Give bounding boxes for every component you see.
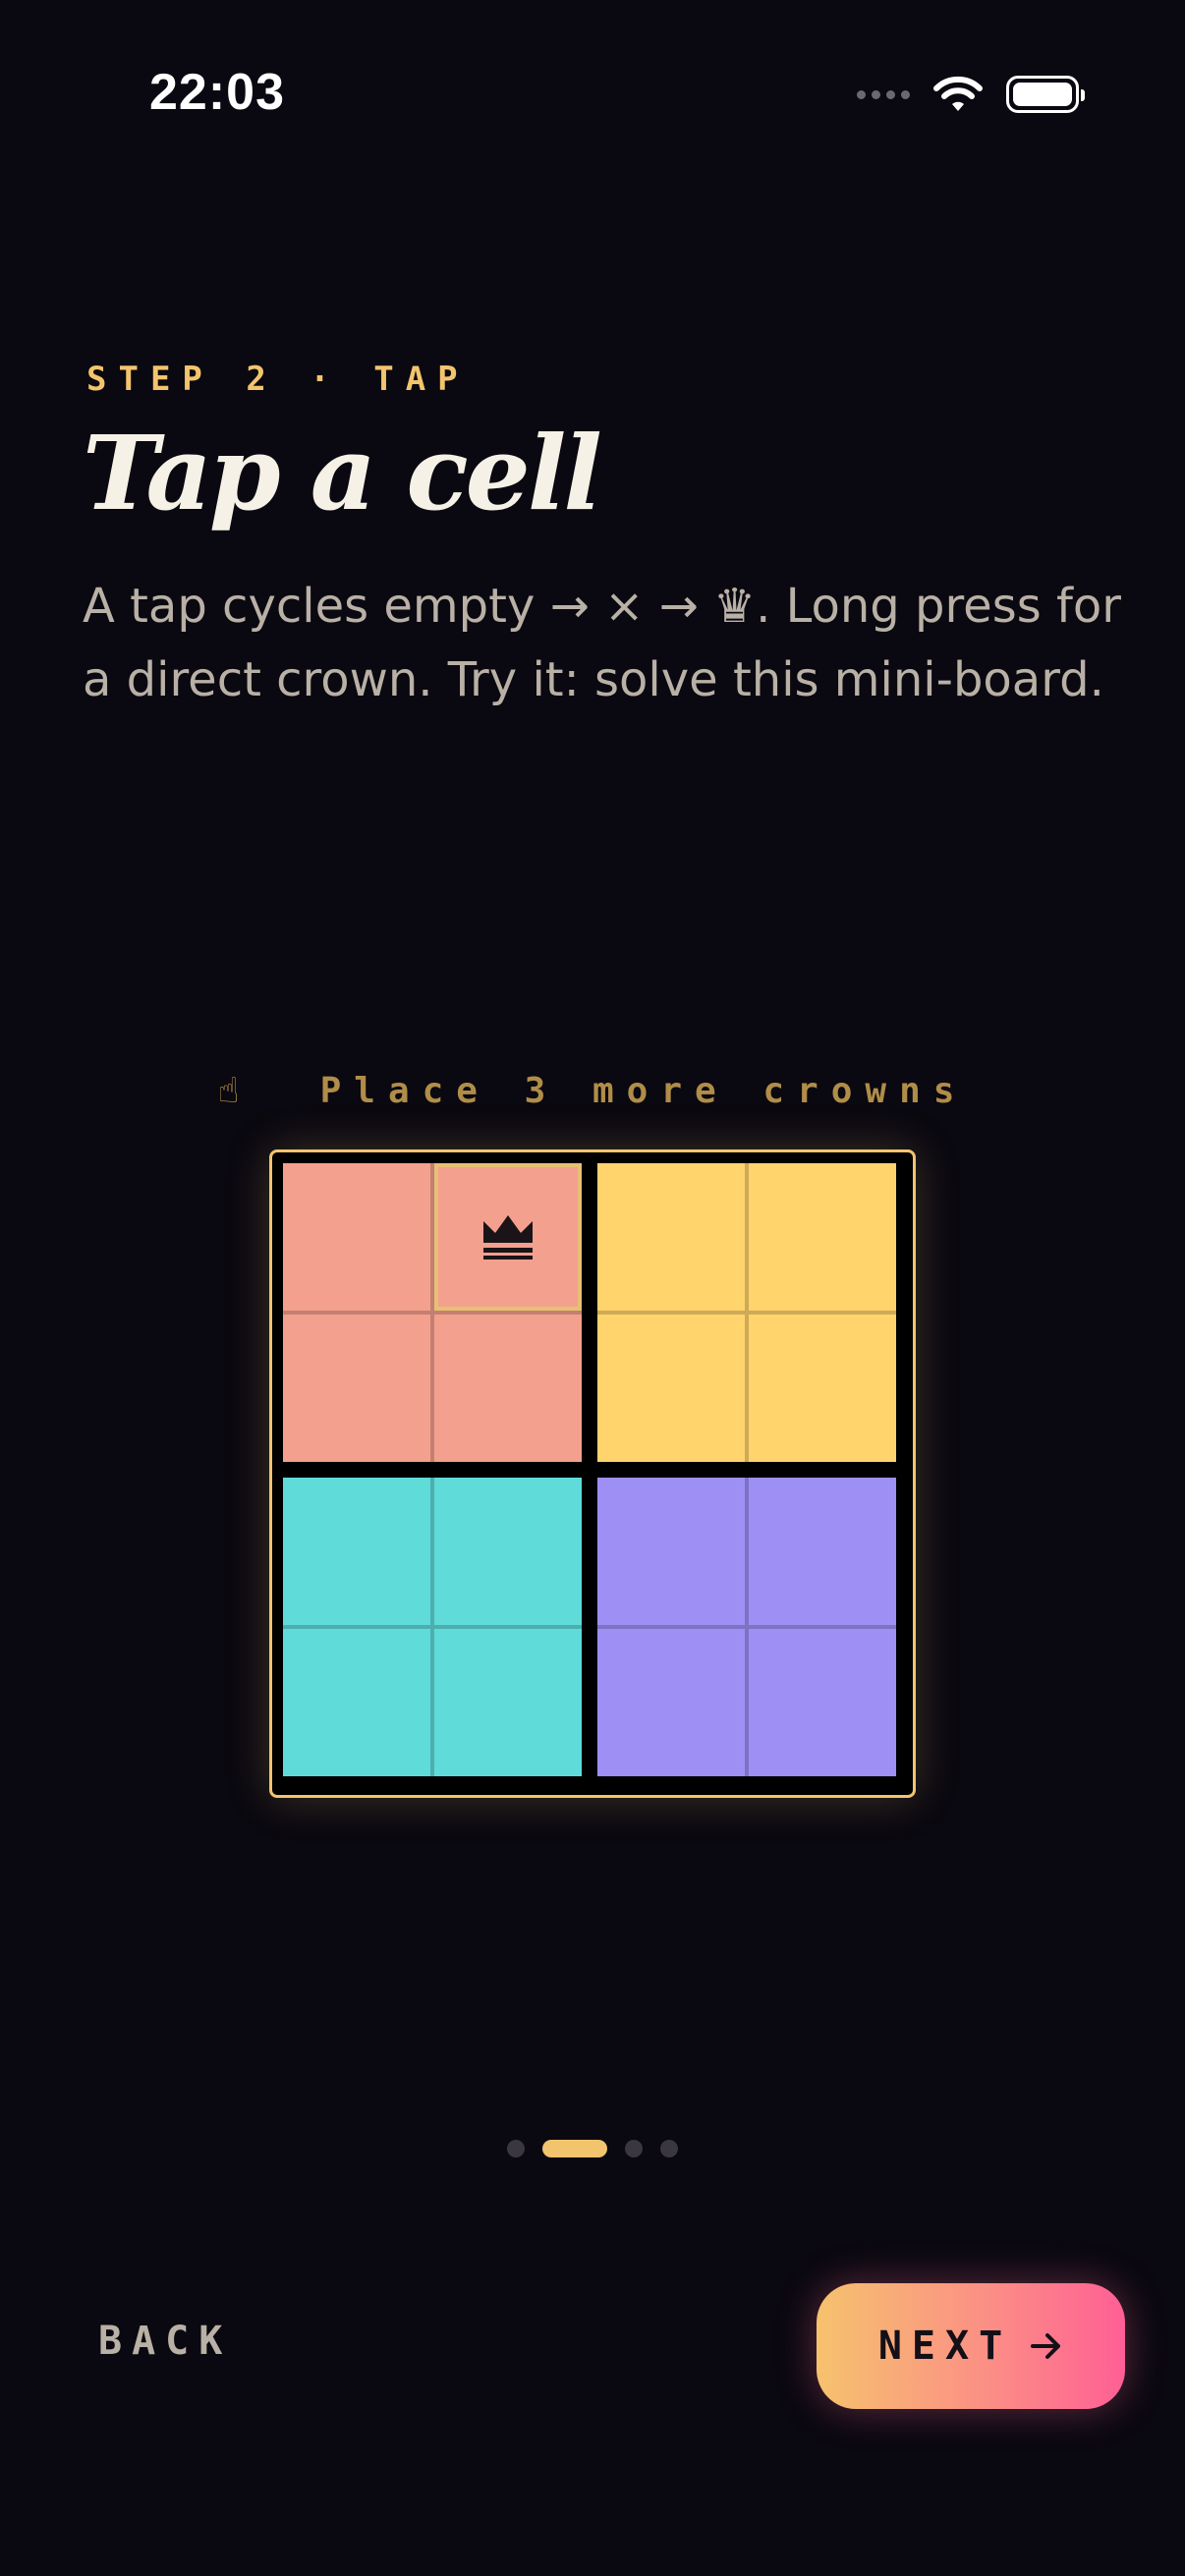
arrow-right-icon — [1031, 2333, 1061, 2359]
board-cell-r4c2[interactable] — [434, 1629, 582, 1776]
board-cell-r1c4[interactable] — [749, 1163, 896, 1311]
board-cell-r1c2[interactable] — [434, 1163, 582, 1311]
page-indicator — [0, 2140, 1185, 2157]
board-cell-r2c4[interactable] — [749, 1315, 896, 1462]
hint-text: Place 3 more crowns — [319, 1071, 968, 1111]
next-label: NEXT — [877, 2324, 1013, 2369]
wifi-icon — [933, 76, 983, 111]
page-dot-4 — [660, 2140, 678, 2157]
board-cell-r2c1[interactable] — [283, 1315, 430, 1462]
mini-board — [269, 1149, 916, 1798]
hint: ☝ Place 3 more crowns — [0, 1071, 1185, 1111]
board-cell-r1c3[interactable] — [597, 1163, 745, 1311]
signal-icon — [857, 89, 910, 99]
tap-hand-icon: ☝ — [217, 1071, 253, 1111]
page-dot-2 — [542, 2140, 607, 2157]
step-label: STEP 2 · TAP — [86, 360, 470, 399]
next-button[interactable]: NEXT — [817, 2283, 1125, 2409]
board-cell-r1c1[interactable] — [283, 1163, 430, 1311]
page-title: Tap a cell — [83, 413, 602, 533]
page-dot-1 — [507, 2140, 525, 2157]
board-cell-r4c3[interactable] — [597, 1629, 745, 1776]
board-cell-r2c3[interactable] — [597, 1315, 745, 1462]
status-icons — [857, 73, 1085, 116]
board-cell-r4c1[interactable] — [283, 1629, 430, 1776]
page-description: A tap cycles empty → × → ♛. Long press f… — [83, 579, 1121, 707]
board-cell-r2c2[interactable] — [434, 1315, 582, 1462]
board-cell-r4c4[interactable] — [749, 1629, 896, 1776]
back-button[interactable]: BACK — [98, 2319, 232, 2364]
battery-icon — [1006, 76, 1085, 113]
board-cell-r3c2[interactable] — [434, 1478, 582, 1625]
crown-icon — [483, 1215, 533, 1260]
board-cell-r3c4[interactable] — [749, 1478, 896, 1625]
board-cell-r3c3[interactable] — [597, 1478, 745, 1625]
page-dot-3 — [625, 2140, 643, 2157]
status-time: 22:03 — [149, 64, 285, 121]
board-cell-r3c1[interactable] — [283, 1478, 430, 1625]
